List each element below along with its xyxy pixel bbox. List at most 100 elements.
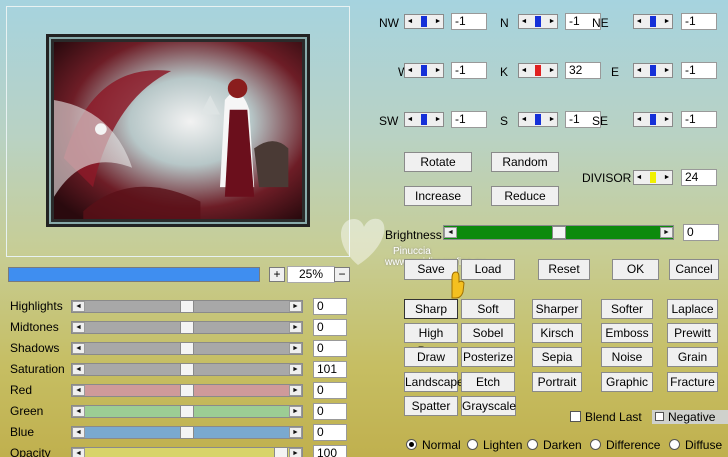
- cancel-button[interactable]: Cancel: [669, 259, 719, 280]
- direction-value[interactable]: -1: [451, 62, 487, 79]
- direction-slider[interactable]: ◄ ►: [633, 63, 673, 78]
- left-arrow-icon[interactable]: ◄: [634, 15, 644, 28]
- direction-slider[interactable]: ◄ ►: [404, 14, 444, 29]
- right-arrow-icon[interactable]: ►: [547, 15, 557, 28]
- preset-etch-button[interactable]: Etch: [461, 372, 515, 392]
- slider-value[interactable]: 0: [313, 340, 347, 357]
- rotate-button[interactable]: Rotate: [404, 152, 472, 172]
- left-arrow-icon[interactable]: ◄: [405, 15, 415, 28]
- direction-value[interactable]: 32: [565, 62, 601, 79]
- zoom-in-button[interactable]: +: [269, 267, 285, 282]
- slider-thumb[interactable]: [180, 321, 194, 334]
- direction-slider[interactable]: ◄ ►: [633, 14, 673, 29]
- zoom-out-button[interactable]: −: [334, 267, 350, 282]
- left-arrow-icon[interactable]: ◄: [405, 113, 415, 126]
- left-arrow-icon[interactable]: ◄: [519, 64, 529, 77]
- brightness-thumb[interactable]: [552, 226, 566, 239]
- slider-left-arrow-icon[interactable]: ◄: [72, 427, 85, 438]
- brightness-right-arrow-icon[interactable]: ►: [660, 227, 673, 238]
- slider-value[interactable]: 100: [313, 445, 347, 457]
- preset-kirsch-button[interactable]: Kirsch: [532, 323, 582, 343]
- slider-left-arrow-icon[interactable]: ◄: [72, 343, 85, 354]
- slider-thumb[interactable]: [180, 405, 194, 418]
- right-arrow-icon[interactable]: ►: [662, 64, 672, 77]
- brightness-value[interactable]: 0: [683, 224, 719, 241]
- slider-left-arrow-icon[interactable]: ◄: [72, 322, 85, 333]
- slider-track[interactable]: ◄ ►: [71, 447, 303, 457]
- slider-value[interactable]: 101: [313, 361, 347, 378]
- preset-softer-button[interactable]: Softer: [601, 299, 653, 319]
- right-arrow-icon[interactable]: ►: [547, 64, 557, 77]
- slider-track[interactable]: ◄ ►: [71, 342, 303, 355]
- brightness-left-arrow-icon[interactable]: ◄: [444, 227, 457, 238]
- slider-right-arrow-icon[interactable]: ►: [289, 301, 302, 312]
- slider-right-arrow-icon[interactable]: ►: [289, 364, 302, 375]
- divisor-slider[interactable]: ◄ ►: [633, 170, 673, 185]
- ok-button[interactable]: OK: [612, 259, 659, 280]
- direction-slider[interactable]: ◄ ►: [404, 63, 444, 78]
- slider-right-arrow-icon[interactable]: ►: [289, 448, 302, 457]
- left-arrow-icon[interactable]: ◄: [634, 64, 644, 77]
- slider-track[interactable]: ◄ ►: [71, 405, 303, 418]
- slider-right-arrow-icon[interactable]: ►: [289, 385, 302, 396]
- slider-left-arrow-icon[interactable]: ◄: [72, 448, 85, 457]
- direction-value[interactable]: -1: [681, 62, 717, 79]
- preset-posterize-button[interactable]: Posterize: [461, 347, 515, 367]
- slider-track[interactable]: ◄ ►: [71, 300, 303, 313]
- right-arrow-icon[interactable]: ►: [433, 15, 443, 28]
- blend-difference-radio[interactable]: [590, 439, 601, 450]
- slider-thumb[interactable]: [180, 300, 194, 313]
- slider-thumb[interactable]: [180, 363, 194, 376]
- preset-soft-button[interactable]: Soft: [461, 299, 515, 319]
- slider-left-arrow-icon[interactable]: ◄: [72, 364, 85, 375]
- slider-left-arrow-icon[interactable]: ◄: [72, 301, 85, 312]
- slider-thumb[interactable]: [274, 447, 288, 457]
- slider-right-arrow-icon[interactable]: ►: [289, 322, 302, 333]
- preset-sharp-button[interactable]: Sharp: [404, 299, 458, 319]
- preset-sobel-button[interactable]: Sobel: [461, 323, 515, 343]
- direction-slider[interactable]: ◄ ►: [633, 112, 673, 127]
- negative-checkbox[interactable]: [655, 412, 664, 421]
- slider-track[interactable]: ◄ ►: [71, 384, 303, 397]
- slider-track[interactable]: ◄ ►: [71, 363, 303, 376]
- random-button[interactable]: Random: [491, 152, 559, 172]
- preset-portrait-button[interactable]: Portrait: [532, 372, 582, 392]
- preset-grayscale-button[interactable]: Grayscale: [461, 396, 516, 416]
- slider-right-arrow-icon[interactable]: ►: [289, 406, 302, 417]
- slider-left-arrow-icon[interactable]: ◄: [72, 385, 85, 396]
- slider-thumb[interactable]: [180, 342, 194, 355]
- preset-sepia-button[interactable]: Sepia: [532, 347, 582, 367]
- brightness-slider[interactable]: ◄ ►: [443, 225, 674, 240]
- right-arrow-icon[interactable]: ►: [547, 113, 557, 126]
- blend-normal-radio[interactable]: [406, 439, 417, 450]
- preset-spatter-button[interactable]: Spatter: [404, 396, 458, 416]
- slider-thumb[interactable]: [180, 426, 194, 439]
- right-arrow-icon[interactable]: ►: [662, 15, 672, 28]
- left-arrow-icon[interactable]: ◄: [405, 64, 415, 77]
- reduce-button[interactable]: Reduce: [491, 186, 559, 206]
- slider-value[interactable]: 0: [313, 424, 347, 441]
- blend-lighten-radio[interactable]: [467, 439, 478, 450]
- direction-slider[interactable]: ◄ ►: [518, 14, 558, 29]
- reset-button[interactable]: Reset: [538, 259, 590, 280]
- direction-value[interactable]: -1: [451, 13, 487, 30]
- direction-slider[interactable]: ◄ ►: [404, 112, 444, 127]
- direction-value[interactable]: -1: [681, 13, 717, 30]
- preset-fracture-button[interactable]: Fracture: [667, 372, 718, 392]
- blend-diffuse-radio[interactable]: [669, 439, 680, 450]
- left-arrow-icon[interactable]: ◄: [519, 113, 529, 126]
- slider-value[interactable]: 0: [313, 319, 347, 336]
- preset-sharper-button[interactable]: Sharper: [532, 299, 582, 319]
- increase-button[interactable]: Increase: [404, 186, 472, 206]
- divisor-right-arrow-icon[interactable]: ►: [662, 171, 672, 184]
- direction-slider[interactable]: ◄ ►: [518, 112, 558, 127]
- preset-landscape-button[interactable]: Landscape: [404, 372, 464, 392]
- slider-value[interactable]: 0: [313, 298, 347, 315]
- slider-thumb[interactable]: [180, 384, 194, 397]
- preset-high-pass-button[interactable]: High Pass: [404, 323, 458, 358]
- blend-darken-radio[interactable]: [527, 439, 538, 450]
- blend-last-checkbox[interactable]: [570, 411, 581, 422]
- direction-slider[interactable]: ◄ ►: [518, 63, 558, 78]
- preset-emboss-button[interactable]: Emboss: [601, 323, 653, 343]
- slider-left-arrow-icon[interactable]: ◄: [72, 406, 85, 417]
